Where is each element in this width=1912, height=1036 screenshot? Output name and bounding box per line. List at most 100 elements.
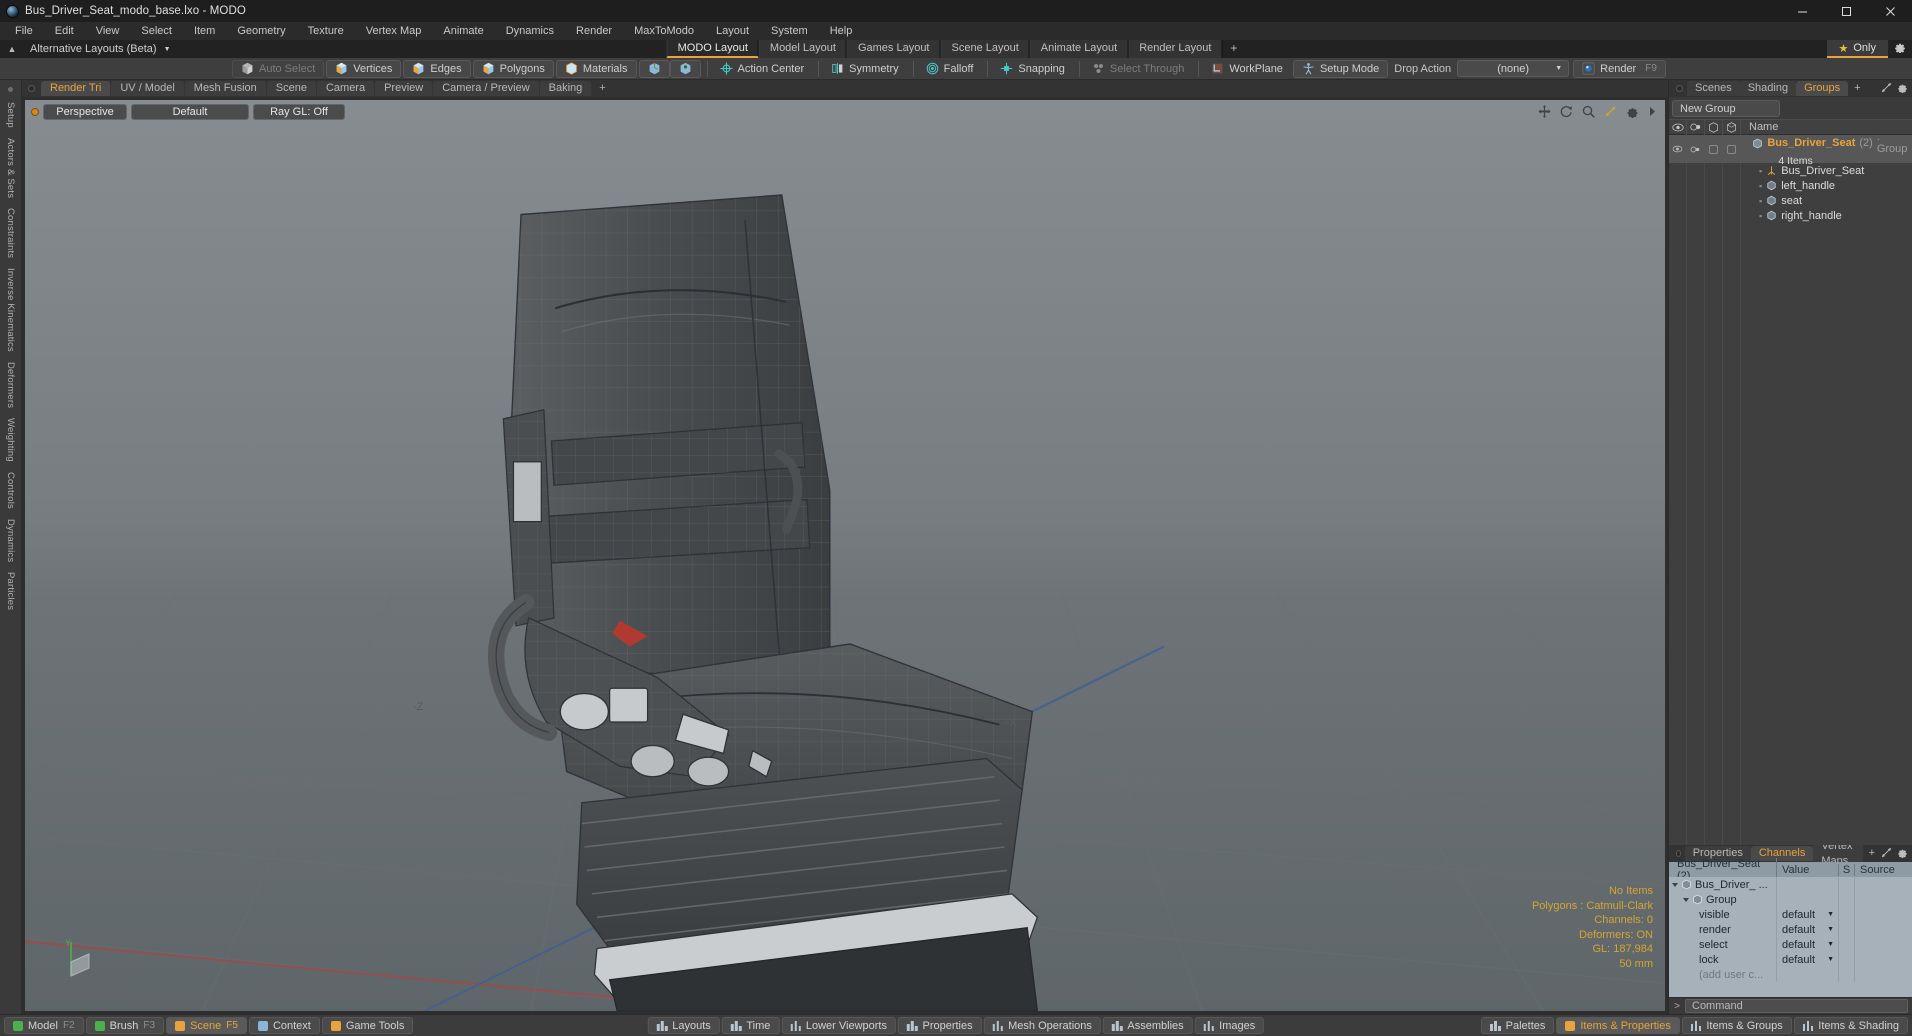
viewport-tab-add[interactable]: + bbox=[592, 81, 612, 96]
tab-games-layout[interactable]: Games Layout bbox=[846, 40, 941, 58]
viewport-tab-uv-model[interactable]: UV / Model bbox=[111, 81, 184, 96]
3d-viewport[interactable]: Perspective Default Ray GL: Off -Z +X No… bbox=[25, 100, 1665, 1011]
chevron-down-icon[interactable]: ▼ bbox=[1827, 941, 1834, 948]
viewport-tab-mesh-fusion[interactable]: Mesh Fusion bbox=[184, 81, 266, 96]
tree-row-child[interactable]: ▪ left_handle bbox=[1669, 178, 1912, 193]
channels-menu-dot-icon[interactable] bbox=[1676, 850, 1681, 857]
status-context-button[interactable]: Context bbox=[248, 1017, 320, 1034]
materials-mode-button[interactable]: Materials bbox=[555, 59, 637, 78]
status-items-shading-button[interactable]: Items & Shading bbox=[1793, 1017, 1908, 1034]
select-through-button[interactable]: Select Through bbox=[1084, 60, 1192, 78]
zoom-icon[interactable] bbox=[1582, 105, 1595, 118]
rail-item-inverse-kinematics[interactable]: Inverse Kinematics bbox=[5, 263, 16, 357]
tree-row-child[interactable]: ▪ seat bbox=[1669, 193, 1912, 208]
expander-icon[interactable] bbox=[1683, 897, 1689, 902]
menu-layout[interactable]: Layout bbox=[705, 22, 760, 40]
drop-action-dropdown[interactable]: (none) ▼ bbox=[1457, 60, 1570, 77]
menu-animate[interactable]: Animate bbox=[432, 22, 494, 40]
rail-item-weighting[interactable]: Weighting bbox=[5, 413, 16, 467]
status-game-tools-button[interactable]: Game Tools bbox=[321, 1017, 414, 1034]
rail-item-actors-sets[interactable]: Actors & Sets bbox=[5, 133, 16, 203]
minimize-button[interactable] bbox=[1780, 0, 1824, 22]
group-render-toggle[interactable] bbox=[1687, 145, 1705, 154]
channel-row[interactable]: lock default ▼ bbox=[1669, 952, 1912, 967]
menu-vertex-map[interactable]: Vertex Map bbox=[355, 22, 433, 40]
viewport-menu-dot-icon[interactable] bbox=[28, 85, 35, 92]
menu-view[interactable]: View bbox=[85, 22, 131, 40]
alternative-layouts-dropdown[interactable]: Alternative Layouts (Beta) ▼ bbox=[30, 43, 171, 55]
menu-select[interactable]: Select bbox=[130, 22, 183, 40]
expander-icon[interactable] bbox=[1672, 882, 1678, 887]
channel-row[interactable]: visible default ▼ bbox=[1669, 907, 1912, 922]
viewport-tab-camera-preview[interactable]: Camera / Preview bbox=[433, 81, 539, 96]
status-items-properties-button[interactable]: Items & Properties bbox=[1556, 1017, 1680, 1034]
status-mesh-operations-button[interactable]: Mesh Operations bbox=[983, 1017, 1101, 1034]
rotate-icon[interactable] bbox=[1560, 105, 1573, 118]
viewport-tab-scene[interactable]: Scene bbox=[266, 81, 316, 96]
move-icon[interactable] bbox=[1538, 105, 1551, 118]
chevron-down-icon[interactable]: ▼ bbox=[1827, 956, 1834, 963]
channel-row-add-user[interactable]: (add user c... bbox=[1669, 967, 1912, 982]
menu-maxtomodo[interactable]: MaxToModo bbox=[623, 22, 705, 40]
channel-row[interactable]: render default ▼ bbox=[1669, 922, 1912, 937]
tab-render-layout[interactable]: Render Layout bbox=[1128, 40, 1223, 58]
tab-add[interactable]: + bbox=[1848, 81, 1866, 96]
gear-icon[interactable] bbox=[1888, 40, 1912, 58]
gear-icon[interactable] bbox=[1626, 105, 1639, 118]
chevron-down-icon[interactable]: ▼ bbox=[1827, 911, 1834, 918]
edges-mode-button[interactable]: Edges bbox=[403, 59, 471, 78]
channel-row[interactable]: select default ▼ bbox=[1669, 937, 1912, 952]
workplane-button[interactable]: WorkPlane bbox=[1203, 60, 1291, 78]
menu-edit[interactable]: Edit bbox=[44, 22, 85, 40]
status-properties-button[interactable]: Properties bbox=[897, 1017, 982, 1034]
bus-driver-seat-model[interactable] bbox=[25, 100, 1665, 1011]
gear-icon[interactable] bbox=[1897, 80, 1908, 98]
status-assemblies-button[interactable]: Assemblies bbox=[1102, 1017, 1193, 1034]
menu-item[interactable]: Item bbox=[183, 22, 226, 40]
select-icon[interactable] bbox=[1723, 119, 1741, 135]
render-button[interactable]: Render F9 bbox=[1573, 59, 1666, 78]
tab-shading[interactable]: Shading bbox=[1739, 81, 1797, 96]
setup-mode-button[interactable]: Setup Mode bbox=[1292, 59, 1389, 78]
eye-icon[interactable] bbox=[1669, 119, 1687, 135]
status-time-button[interactable]: Time bbox=[721, 1017, 780, 1034]
gear-icon[interactable] bbox=[1897, 845, 1908, 863]
tab-scenes[interactable]: Scenes bbox=[1687, 81, 1740, 96]
close-button[interactable] bbox=[1868, 0, 1912, 22]
group-eye-toggle[interactable] bbox=[1669, 145, 1687, 153]
status-layouts-button[interactable]: Layouts bbox=[647, 1017, 720, 1034]
add-layout-button[interactable]: + bbox=[1222, 40, 1245, 58]
expand-icon[interactable] bbox=[1881, 80, 1892, 98]
chevron-right-icon[interactable] bbox=[1648, 106, 1657, 117]
tab-modo-layout[interactable]: MODO Layout bbox=[666, 40, 759, 58]
tab-groups[interactable]: Groups bbox=[1796, 81, 1849, 96]
viewport-tab-camera[interactable]: Camera bbox=[316, 81, 375, 96]
status-items-groups-button[interactable]: Items & Groups bbox=[1681, 1017, 1792, 1034]
viewport-tab-render-tri[interactable]: Render Tri bbox=[41, 81, 111, 96]
rail-item-deformers[interactable]: Deformers bbox=[5, 357, 16, 413]
raygl-toggle[interactable]: Ray GL: Off bbox=[253, 104, 345, 120]
menu-dynamics[interactable]: Dynamics bbox=[495, 22, 565, 40]
status-brush-button[interactable]: Brush F3 bbox=[85, 1017, 165, 1034]
status-scene-button[interactable]: Scene F5 bbox=[166, 1017, 247, 1034]
only-toggle-button[interactable]: ★ Only bbox=[1826, 40, 1888, 58]
command-input[interactable]: Command bbox=[1685, 999, 1908, 1013]
expand-icon[interactable] bbox=[1881, 845, 1892, 863]
new-group-button[interactable]: New Group bbox=[1672, 100, 1780, 117]
symmetry-button[interactable]: Symmetry bbox=[823, 60, 907, 78]
menu-help[interactable]: Help bbox=[819, 22, 864, 40]
snapping-button[interactable]: Snapping bbox=[992, 60, 1073, 78]
shading-mode-dropdown[interactable]: Default bbox=[131, 104, 249, 120]
center-mode-button[interactable] bbox=[669, 59, 701, 78]
item-tree[interactable]: Bus_Driver_Seat (2) : Group 4 Items ▪ Bu… bbox=[1669, 135, 1912, 845]
fit-icon[interactable] bbox=[1604, 105, 1617, 118]
channel-row[interactable]: Bus_Driver_ ... bbox=[1669, 877, 1912, 892]
menu-file[interactable]: File bbox=[4, 22, 44, 40]
rail-item-particles[interactable]: Particles bbox=[5, 567, 16, 615]
rail-item-setup[interactable]: Setup bbox=[5, 97, 16, 133]
viewport-options-dot-icon[interactable] bbox=[31, 108, 39, 116]
status-model-button[interactable]: Model F2 bbox=[4, 1017, 84, 1034]
tree-row-child[interactable]: ▪ right_handle bbox=[1669, 208, 1912, 223]
viewport-tab-preview[interactable]: Preview bbox=[375, 81, 433, 96]
falloff-button[interactable]: Falloff bbox=[918, 60, 982, 78]
